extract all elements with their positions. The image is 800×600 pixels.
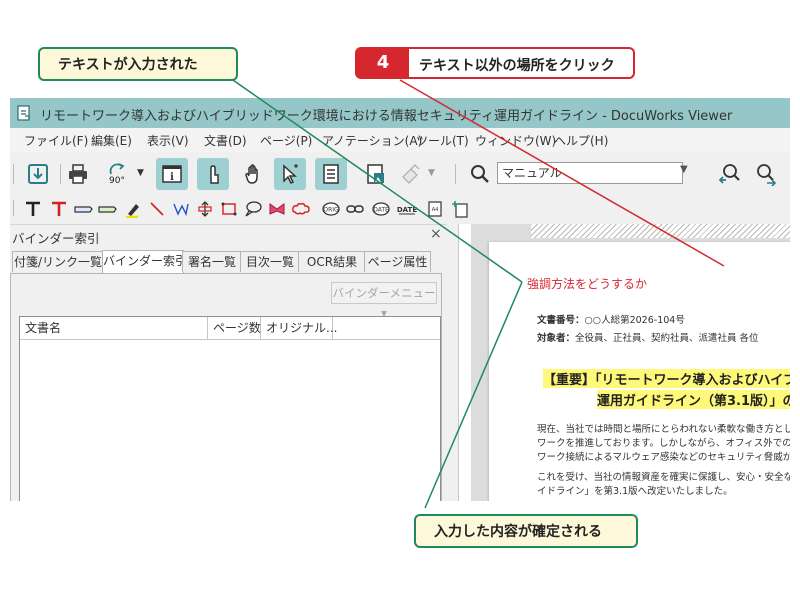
step-instruction: テキスト以外の場所をクリック	[419, 58, 615, 74]
text-entered-label: テキストが入力された	[58, 57, 198, 73]
step-number: 4	[357, 49, 409, 77]
step-leader-line	[399, 79, 725, 267]
confirmed-callout: 入力した内容が確定される	[414, 514, 638, 548]
step-callout: 4 テキスト以外の場所をクリック	[355, 47, 635, 79]
confirmed-leader-line	[424, 281, 523, 509]
confirmed-label: 入力した内容が確定される	[434, 524, 602, 540]
callout-leaders	[229, 77, 725, 509]
text-entered-callout: テキストが入力された	[38, 47, 238, 81]
text-entered-leader-line	[229, 77, 523, 283]
